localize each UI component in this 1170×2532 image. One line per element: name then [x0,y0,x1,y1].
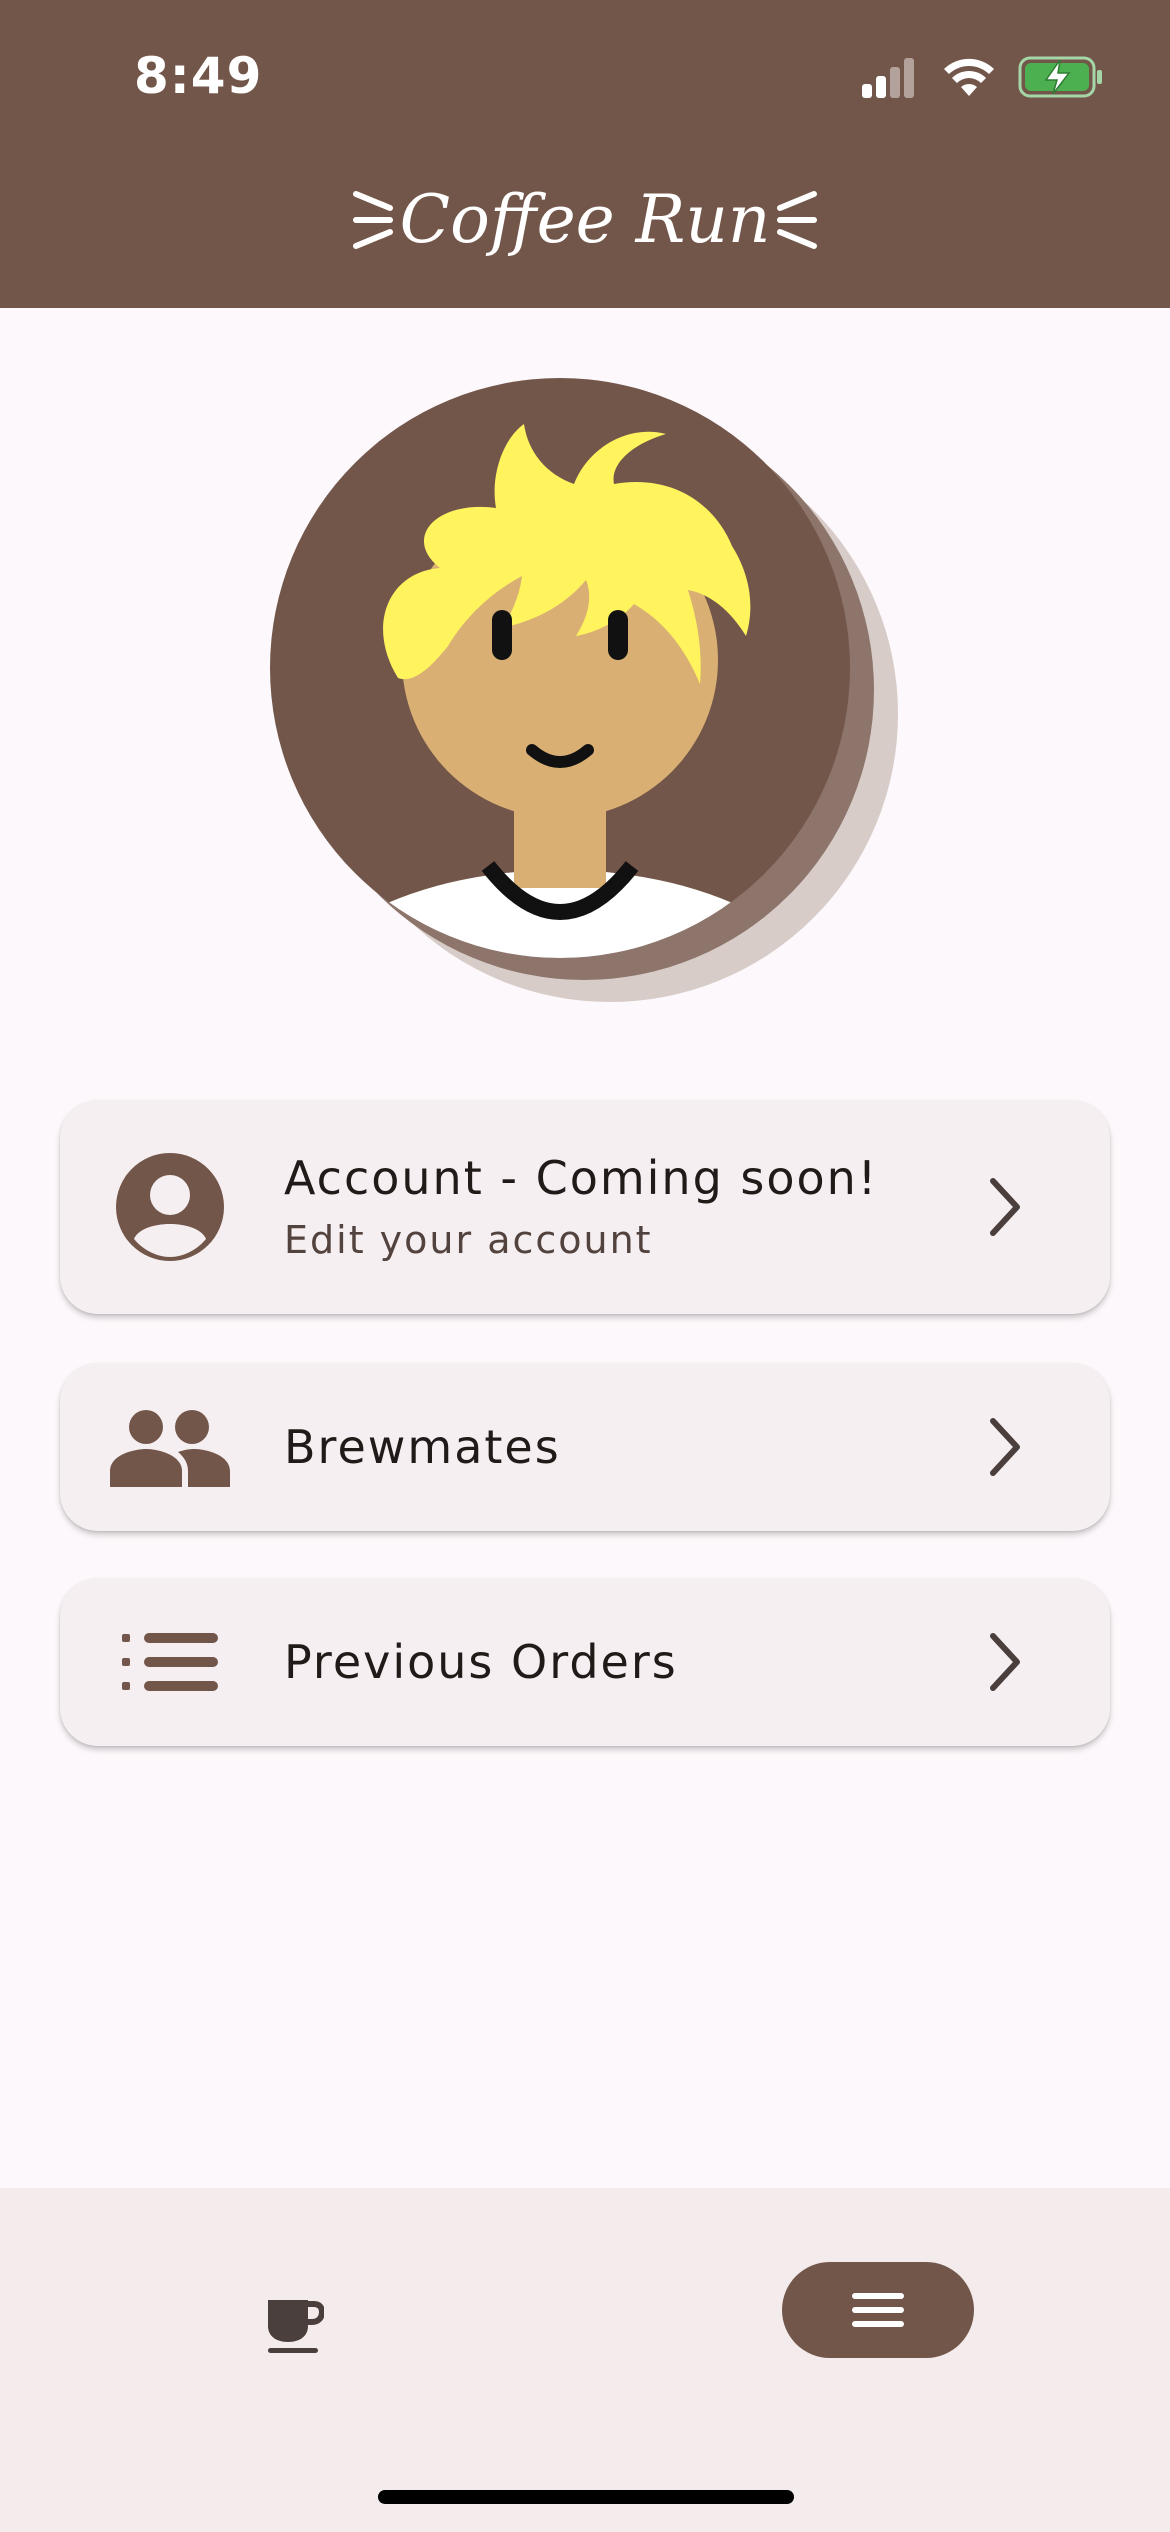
avatar-illustration [270,378,898,1002]
account-title: Account - Coming soon! [284,1151,879,1205]
bottom-navigation-bar [0,2188,1170,2532]
profile-avatar[interactable] [270,378,910,1018]
previous-orders-menu-item[interactable]: Previous Orders [60,1578,1110,1746]
battery-charging-icon [1018,56,1102,98]
previous-orders-title: Previous Orders [284,1635,678,1689]
brewmates-title: Brewmates [284,1420,561,1474]
brewmates-menu-item[interactable]: Brewmates [60,1363,1110,1531]
status-time: 8:49 [134,47,263,105]
app-title-group: Coffee Run [0,170,1170,270]
list-icon [110,1602,230,1722]
sparkle-left-icon [350,190,394,250]
cellular-signal-icon [862,58,914,98]
app-header: 8:49 Coffee Run [0,0,1170,308]
chevron-right-icon [980,1627,1030,1697]
chevron-right-icon [980,1172,1030,1242]
wifi-icon [944,58,994,96]
chevron-right-icon [980,1412,1030,1482]
people-icon [110,1387,230,1507]
home-indicator[interactable] [378,2490,794,2504]
account-circle-icon [110,1147,230,1267]
sparkle-right-icon [776,190,820,250]
hamburger-menu-icon [852,2293,904,2327]
status-icons [840,0,1170,150]
account-menu-item[interactable]: Account - Coming soon! Edit your account [60,1100,1110,1314]
account-subtitle: Edit your account [284,1218,653,1262]
coffee-cup-icon[interactable] [244,2276,344,2376]
menu-tab-button[interactable] [782,2262,974,2358]
app-title: Coffee Run [399,181,771,258]
